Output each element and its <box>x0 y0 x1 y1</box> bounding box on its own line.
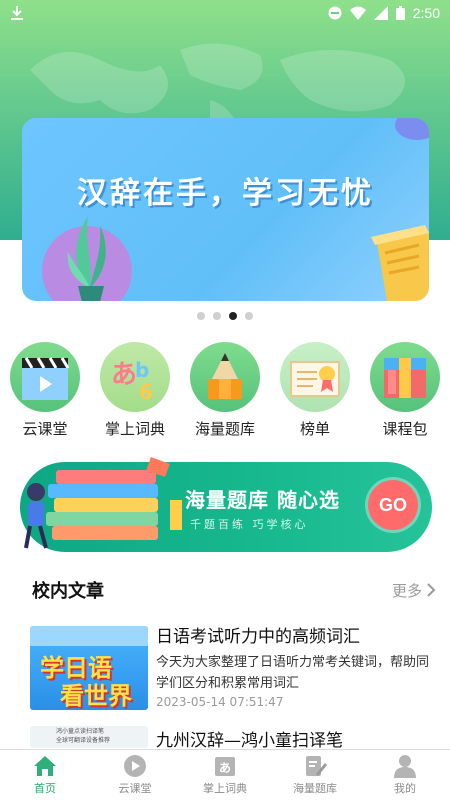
promo-subtitle: 千题百练 巧学核心 <box>190 518 309 531</box>
article-thumbnail: 鸿小童点读扫译笔 全球可翻译设备推荐 <box>30 726 148 748</box>
do-not-disturb-icon <box>328 6 342 20</box>
thumb-line-1: 鸿小童点读扫译笔 <box>56 728 105 735</box>
tab-label: 掌上词典 <box>203 782 247 795</box>
articles-section-header: 校内文章 更多 <box>32 575 436 605</box>
thumb-line-2: 全球可翻译设备推荐 <box>56 737 111 744</box>
books-illustration <box>24 457 182 549</box>
quick-nav-label: 榜单 <box>299 420 330 438</box>
signal-icon <box>373 6 388 20</box>
quick-nav: 云课堂 あ b 6 掌上词典 海量题库 榜单 课程包 <box>0 342 450 442</box>
carousel-indicator <box>0 312 450 320</box>
quick-nav-label: 课程包 <box>382 420 428 438</box>
status-time: 2:50 <box>412 5 440 21</box>
tab-label: 我的 <box>394 782 416 795</box>
pencil-icon <box>190 342 260 412</box>
tab-label: 海量题库 <box>293 782 337 795</box>
tab-label: 云课堂 <box>118 782 152 795</box>
quick-nav-course-package[interactable]: 课程包 <box>368 342 442 442</box>
banner-slogan: 汉辞在手，学习无忧 <box>77 176 374 211</box>
article-description: 今天为大家整理了日语听力常考关键词，帮助同学们区分和积累常用词汇 <box>156 655 430 691</box>
quick-nav-dictionary[interactable]: あ b 6 掌上词典 <box>98 342 172 442</box>
svg-text:あ: あ <box>219 761 231 775</box>
article-item[interactable]: 学日语 看世界 日语考试听力中的高频词汇 今天为大家整理了日语听力常考关键词，帮… <box>30 626 440 710</box>
svg-text:あ: あ <box>111 360 137 390</box>
dictionary-icon: あ <box>215 757 235 776</box>
question-bank-promo[interactable]: 海量题库 随心选 千题百练 巧学核心 GO <box>20 457 432 552</box>
quick-nav-question-bank[interactable]: 海量题库 <box>188 342 262 442</box>
clapper-icon <box>10 342 80 412</box>
user-icon <box>394 755 416 778</box>
battery-icon <box>395 6 405 20</box>
banner-corner-decoration <box>395 118 429 140</box>
tab-home[interactable]: 首页 <box>0 750 90 800</box>
play-icon <box>124 755 146 777</box>
quick-nav-cloud-class[interactable]: 云课堂 <box>8 342 82 442</box>
more-label: 更多 <box>391 581 422 600</box>
article-time: 2023-05-14 07:51:47 <box>156 695 284 709</box>
carousel-dot[interactable] <box>245 312 253 320</box>
home-icon <box>34 756 56 776</box>
tab-profile[interactable]: 我的 <box>360 750 450 800</box>
edit-icon <box>306 756 327 776</box>
wifi-icon <box>349 6 366 20</box>
banner-carousel[interactable]: 汉辞在手，学习无忧 <box>22 118 429 301</box>
promo-go-button[interactable]: GO <box>368 480 418 530</box>
quick-nav-label: 掌上词典 <box>104 420 165 438</box>
gift-box-icon <box>370 342 440 412</box>
svg-text:6: 6 <box>139 380 153 404</box>
download-icon <box>11 6 23 20</box>
tab-cloud-class[interactable]: 云课堂 <box>90 750 180 800</box>
quick-nav-ranking[interactable]: 榜单 <box>278 342 352 442</box>
article-body: 日语考试听力中的高频词汇 今天为大家整理了日语听力常考关键词，帮助同学们区分和积… <box>156 626 440 710</box>
article-thumbnail: 学日语 看世界 <box>30 626 148 710</box>
quick-nav-label: 云课堂 <box>22 420 68 438</box>
promo-title: 海量题库 随心选 <box>185 488 340 512</box>
article-title: 日语考试听力中的高频词汇 <box>156 627 360 647</box>
quick-nav-label: 海量题库 <box>194 420 255 438</box>
dictionary-icon: あ b 6 <box>100 342 170 412</box>
more-link[interactable]: 更多 <box>392 580 436 601</box>
bottom-tab-bar: 首页 云课堂 あ 掌上词典 海量题库 我的 <box>0 749 450 800</box>
tab-label: 首页 <box>34 782 56 795</box>
certificate-icon <box>280 342 350 412</box>
thumb-sky <box>30 626 148 646</box>
scroll-certificate-icon <box>371 225 429 301</box>
carousel-dot[interactable] <box>197 312 205 320</box>
status-bar: 2:50 <box>0 0 450 26</box>
tab-dictionary[interactable]: あ 掌上词典 <box>180 750 270 800</box>
carousel-dot-active[interactable] <box>229 312 237 320</box>
section-title: 校内文章 <box>32 581 104 602</box>
plant-pot-icon <box>67 216 106 301</box>
svg-text:b: b <box>135 358 149 382</box>
carousel-dot[interactable] <box>213 312 221 320</box>
chevron-right-icon <box>427 583 436 597</box>
tab-question-bank[interactable]: 海量题库 <box>270 750 360 800</box>
thumb-text-2: 看世界 <box>60 682 132 710</box>
